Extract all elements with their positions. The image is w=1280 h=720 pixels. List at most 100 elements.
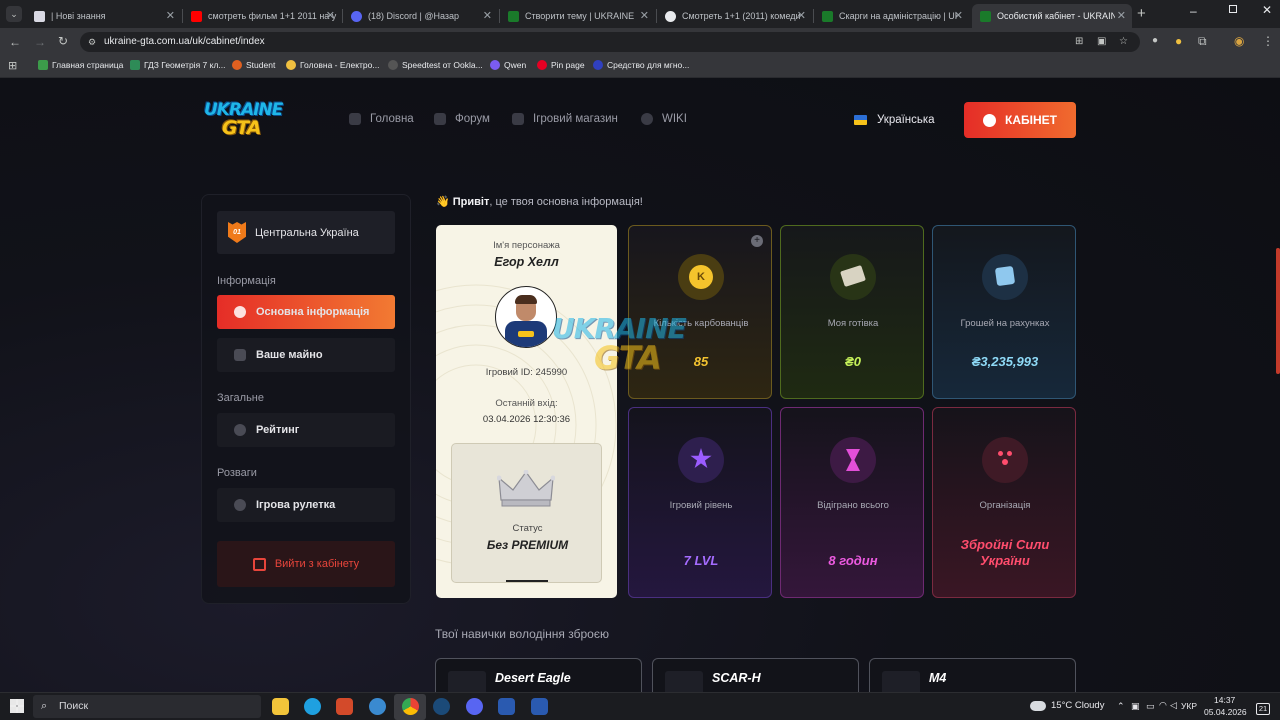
tray-chevron-icon[interactable]: ⌃ (1117, 701, 1125, 712)
language-selector[interactable]: Українська (854, 114, 935, 126)
app-icon[interactable] (531, 698, 548, 715)
stat-value: 7 LVL (683, 553, 719, 568)
browser-tab[interactable]: (18) Discord | @Назар ✕ (343, 4, 498, 28)
bookmark-item[interactable]: Головна - Електро... (286, 60, 379, 70)
server-selector[interactable]: 01 Центральна Україна (217, 211, 395, 254)
browser-tab[interactable]: Створити тему | UKRAINE GTA ✕ (500, 4, 655, 28)
bank-icon (982, 254, 1028, 300)
new-tab-button[interactable]: + (1137, 5, 1146, 22)
close-icon[interactable]: ✕ (483, 9, 492, 22)
search-icon: ⌕ (41, 700, 48, 712)
wave-icon: 👋 (436, 196, 450, 208)
bookmark-item[interactable]: Главная страница (38, 60, 123, 70)
section-heading: Інформація (217, 275, 276, 287)
network-icon[interactable]: ▭ (1146, 701, 1155, 712)
app-icon[interactable] (336, 698, 353, 715)
back-icon[interactable]: ← (9, 35, 21, 49)
add-icon[interactable]: + (751, 235, 763, 247)
profile-avatar-icon[interactable]: ◉ (1234, 34, 1244, 48)
close-window-button[interactable]: ✕ (1262, 3, 1272, 17)
install-app-icon[interactable]: ▣ (1097, 32, 1106, 52)
address-bar[interactable]: ⚙ ukraine-gta.com.ua/uk/cabinet/index ⊞ … (80, 32, 1140, 52)
tray-app-icon[interactable]: ▣ (1131, 701, 1140, 712)
taskbar-search[interactable]: ⌕ Поиск (33, 695, 261, 718)
close-icon[interactable]: ✕ (166, 9, 175, 22)
bookmark-item[interactable]: Средство для мгно... (593, 60, 689, 70)
app-icon[interactable] (369, 698, 386, 715)
site-logo[interactable]: UKRAINE GTA (204, 100, 284, 142)
browser-tab[interactable]: смотреть фильм 1+1 2011 на у ✕ (183, 4, 341, 28)
stat-label: Моя готівка (827, 318, 879, 329)
notification-badge[interactable]: 21 (1256, 703, 1270, 715)
bookmark-item[interactable]: Qwen (490, 60, 526, 70)
steam-icon[interactable] (433, 698, 450, 715)
windows-start-icon[interactable] (10, 699, 24, 713)
nav-forum[interactable]: Форум (434, 113, 490, 125)
sidebar-item-roulette[interactable]: Ігрова рулетка (217, 488, 395, 522)
discord-icon[interactable] (466, 698, 483, 715)
close-icon[interactable]: ✕ (640, 9, 649, 22)
stat-value: 8 годин (828, 553, 878, 568)
clock-date[interactable]: 05.04.2026 (1204, 707, 1247, 717)
page-scrollbar[interactable] (1276, 248, 1280, 374)
profile-card: Ім'я персонажа Егор Хелл Ігровий ID: 245… (436, 225, 617, 598)
translate-icon[interactable]: ⊞ (1075, 32, 1083, 52)
reload-icon[interactable]: ↻ (58, 34, 68, 48)
close-icon[interactable]: ✕ (954, 9, 963, 22)
tab-search-button[interactable]: ⌄ (6, 6, 22, 22)
watermark-logo: UKRAINE GTA (552, 312, 687, 377)
ukraine-flag-icon (854, 115, 867, 125)
browser-tab[interactable]: Скарги на адміністрацію | UK ✕ (814, 4, 969, 28)
stat-label: Організація (979, 500, 1031, 511)
app-icon[interactable] (498, 698, 515, 715)
browser-tab[interactable]: Смотреть 1+1 (2011) комеди ✕ (657, 4, 812, 28)
tab-favicon (351, 10, 362, 22)
logout-button[interactable]: Вийти з кабінету (217, 541, 395, 587)
wifi-icon[interactable]: ◠ (1159, 700, 1167, 711)
extension-icon[interactable]: ● (1152, 35, 1158, 46)
volume-icon[interactable]: ◁ (1170, 700, 1177, 711)
extension-icon[interactable]: ● (1175, 34, 1182, 48)
bookmark-star-icon[interactable]: ☆ (1119, 32, 1128, 52)
character-name: Егор Хелл (494, 255, 559, 269)
clock-time[interactable]: 14:37 (1214, 695, 1235, 705)
tab-title: (18) Discord | @Назар (368, 11, 460, 21)
bookmarks-bar: ⊞ Главная страница ГДЗ Геометрія 7 кл...… (0, 56, 1280, 78)
stat-card-bank: Грошей на рахунках ₴3,235,993 (932, 225, 1076, 399)
nav-wiki[interactable]: WIKI (641, 113, 687, 125)
close-icon[interactable]: ✕ (797, 9, 806, 22)
edge-icon[interactable] (304, 698, 321, 715)
sidebar-item-property[interactable]: Ваше майно (217, 338, 395, 372)
nav-home[interactable]: Головна (349, 113, 414, 125)
cabinet-button[interactable]: КАБІНЕТ (964, 102, 1076, 138)
bookmark-item[interactable]: ГДЗ Геометрія 7 кл... (130, 60, 226, 70)
weather-widget[interactable]: 15°C Cloudy (1030, 700, 1104, 711)
restore-button[interactable] (1229, 5, 1237, 13)
site-info-icon[interactable]: ⚙ (88, 32, 96, 52)
sidebar-item-main-info[interactable]: Основна інформація (217, 295, 395, 329)
sidebar-item-rating[interactable]: Рейтинг (217, 413, 395, 447)
minimize-button[interactable]: – (1190, 4, 1197, 18)
close-icon[interactable]: ✕ (326, 9, 335, 22)
chrome-icon[interactable] (402, 698, 419, 715)
extensions-puzzle-icon[interactable]: ⧉ (1198, 34, 1207, 49)
apps-grid-icon[interactable]: ⊞ (8, 59, 17, 72)
browser-menu-icon[interactable]: ⋮ (1262, 34, 1274, 48)
tab-favicon (822, 10, 833, 22)
bookmark-item[interactable]: Pin page (537, 60, 585, 70)
trophy-icon (234, 424, 246, 436)
bookmark-item[interactable]: Student (232, 60, 275, 70)
forward-icon[interactable]: → (34, 35, 46, 49)
close-icon[interactable]: ✕ (1117, 9, 1126, 22)
input-language[interactable]: УКР (1181, 701, 1197, 711)
browser-tab[interactable]: | Нові знання ✕ (26, 4, 181, 28)
weapon-name: Desert Eagle (495, 671, 571, 685)
browser-tab-active[interactable]: Особистий кабінет - UKRAINE ✕ (972, 4, 1132, 28)
hash-icon (434, 113, 446, 125)
file-explorer-icon[interactable] (272, 698, 289, 715)
nav-shop[interactable]: Ігровий магазин (512, 113, 618, 125)
tab-title: смотреть фильм 1+1 2011 на у (208, 11, 337, 21)
weapon-name: SCAR-H (712, 671, 761, 685)
stat-label: Грошей на рахунках (960, 318, 1050, 329)
bookmark-item[interactable]: Speedtest от Ookla... (388, 60, 483, 70)
